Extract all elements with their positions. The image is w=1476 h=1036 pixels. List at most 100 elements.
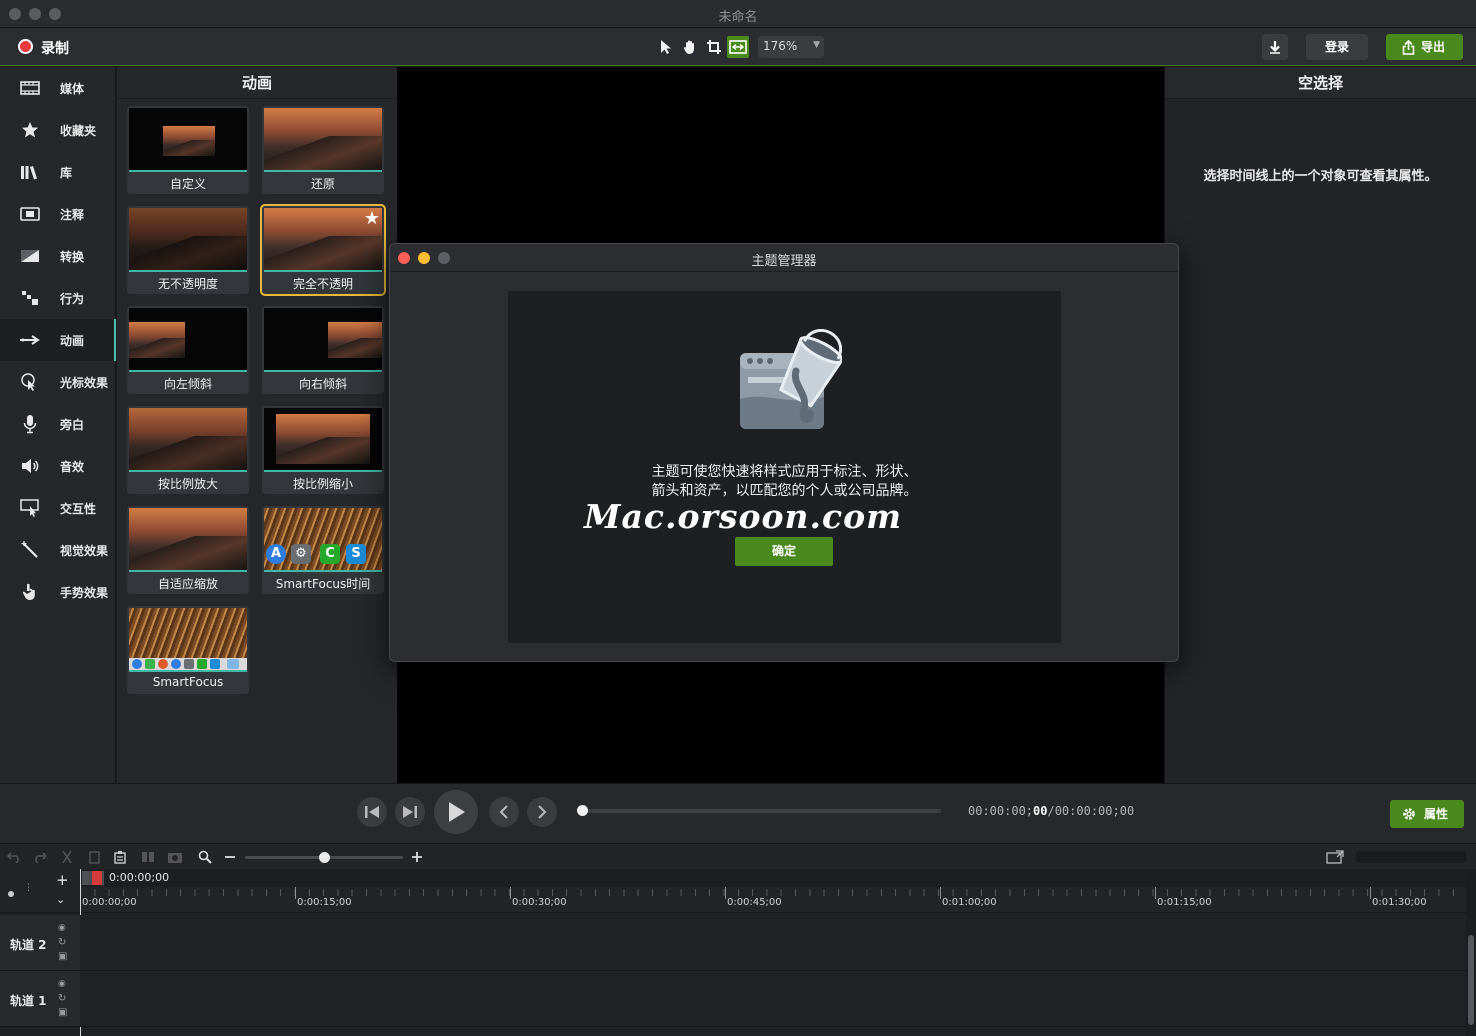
sidebar-item-visual-effects[interactable]: 视觉效果 <box>0 529 116 571</box>
animation-tile-restore[interactable]: 还原 <box>262 106 384 194</box>
animation-tile-smartfocus-time[interactable]: A ⚙ C S SmartFocus时间 <box>262 506 384 594</box>
sidebar-item-media[interactable]: 媒体 <box>0 67 116 109</box>
link-icon[interactable]: ↻ <box>58 937 66 948</box>
animation-tile-tilt-left[interactable]: 向左倾斜 <box>127 306 249 394</box>
lock-icon[interactable]: ▣ <box>58 951 67 962</box>
camera-icon[interactable] <box>167 849 183 865</box>
animation-tile-smartfocus[interactable]: SmartFocus <box>127 606 249 694</box>
sidebar-item-label: 媒体 <box>60 81 85 96</box>
sidebar-item-audio-effects[interactable]: 音效 <box>0 445 116 487</box>
playhead-strip[interactable]: 0:00:00;00 <box>80 869 1466 887</box>
timeline-zoom-slider[interactable] <box>245 852 403 863</box>
sidebar-item-label: 手势效果 <box>60 585 109 600</box>
timeline-vertical-scrollbar[interactable] <box>1466 869 1476 1036</box>
redo-icon[interactable] <box>32 849 48 865</box>
scrollbar-thumb[interactable] <box>1468 935 1474 1025</box>
track-header-2[interactable]: 轨道 2 ◉ ↻ ▣ <box>0 915 80 971</box>
sidebar-item-cursor-effects[interactable]: 光标效果 <box>0 361 116 403</box>
animation-tile-smart-zoom[interactable]: 自适应缩放 <box>127 506 249 594</box>
step-forward-button[interactable] <box>395 797 425 827</box>
chevron-down-icon[interactable]: ⌄ <box>56 893 65 906</box>
snap-icon[interactable]: ⋮ <box>24 883 33 893</box>
zoom-value: 176% <box>763 39 798 53</box>
animation-tile-scale-down[interactable]: 按比例缩小 <box>262 406 384 494</box>
library-icon <box>18 160 42 184</box>
crop-icon[interactable] <box>703 36 725 58</box>
playhead-marker[interactable] <box>92 871 102 885</box>
tile-label: 还原 <box>310 177 335 191</box>
properties-button[interactable]: 属性 <box>1390 800 1464 828</box>
link-icon[interactable]: ↻ <box>58 993 66 1004</box>
zoom-dropdown[interactable]: 176% ▼ <box>758 36 824 58</box>
play-button[interactable] <box>434 790 478 834</box>
step-back-button[interactable] <box>357 797 387 827</box>
tile-thumbnail <box>129 408 247 471</box>
sidebar-item-favorites[interactable]: 收藏夹 <box>0 109 116 151</box>
cut-icon[interactable] <box>59 849 75 865</box>
track-row-2[interactable] <box>80 915 1466 971</box>
split-icon[interactable] <box>140 849 156 865</box>
animation-tile-custom[interactable]: 自定义 <box>127 106 249 194</box>
animation-tile-full-opacity[interactable]: ★ 完全不透明 <box>260 204 386 296</box>
record-icon[interactable] <box>18 39 33 54</box>
hand-icon[interactable] <box>679 36 701 58</box>
sidebar-item-annotations[interactable]: 注释 <box>0 193 116 235</box>
chevron-left-icon <box>499 805 508 819</box>
search-icon[interactable] <box>197 849 213 865</box>
sidebar-item-label: 光标效果 <box>60 375 109 390</box>
animation-tile-scale-up[interactable]: 按比例放大 <box>127 406 249 494</box>
add-track-icon[interactable]: + <box>56 871 69 889</box>
sidebar-item-gesture-effects[interactable]: 手势效果 <box>0 571 116 613</box>
tile-label: 向左倾斜 <box>163 377 212 391</box>
login-button[interactable]: 登录 <box>1306 34 1368 60</box>
track-row-1[interactable] <box>80 971 1466 1027</box>
sidebar-item-transitions[interactable]: 转换 <box>0 235 116 277</box>
animation-tile-tilt-right[interactable]: 向右倾斜 <box>262 306 384 394</box>
eye-icon[interactable]: ◉ <box>58 923 66 933</box>
zoom-in-icon[interactable] <box>409 849 425 865</box>
lock-icon[interactable]: ▣ <box>58 1007 67 1018</box>
record-button[interactable]: 录制 <box>41 38 69 58</box>
download-button[interactable] <box>1262 34 1288 60</box>
sidebar-item-animations[interactable]: 动画 <box>0 319 116 361</box>
sidebar-item-library[interactable]: 库 <box>0 151 116 193</box>
next-marker-button[interactable] <box>527 797 557 827</box>
download-icon <box>1270 41 1280 54</box>
copy-icon[interactable] <box>86 849 102 865</box>
zoom-slider-handle[interactable] <box>319 852 330 863</box>
behavior-icon <box>18 286 42 310</box>
playback-scrubber[interactable] <box>577 805 941 816</box>
magnet-icon[interactable] <box>8 891 14 897</box>
timeline-ruler[interactable]: 0:00:00;00 0:00:15;00 0:00:30;00 0:00:45… <box>80 887 1466 913</box>
app-store-icon: A <box>266 544 286 564</box>
camtasia-app-icon: C <box>320 544 340 564</box>
sidebar-item-label: 旁白 <box>60 417 85 432</box>
tile-thumbnail <box>129 508 247 571</box>
tile-thumbnail <box>129 308 247 371</box>
fit-icon[interactable] <box>727 36 749 58</box>
scrubber-handle[interactable] <box>577 805 588 816</box>
paste-icon[interactable] <box>112 849 128 865</box>
eye-icon[interactable]: ◉ <box>58 979 66 989</box>
animation-tile-no-opacity[interactable]: 无不透明度 <box>127 206 249 294</box>
sidebar-item-voice-narration[interactable]: 旁白 <box>0 403 116 445</box>
undo-icon[interactable] <box>6 849 22 865</box>
sidebar-item-interactivity[interactable]: 交互性 <box>0 487 116 529</box>
sidebar-item-behaviors[interactable]: 行为 <box>0 277 116 319</box>
track-header-1[interactable]: 轨道 1 ◉ ↻ ▣ <box>0 971 80 1027</box>
export-button[interactable]: 导出 <box>1386 34 1463 60</box>
star-icon <box>18 118 42 142</box>
ok-button[interactable]: 确定 <box>735 537 833 566</box>
rewind-icon <box>365 806 379 818</box>
current-frames: 00 <box>1033 804 1048 818</box>
favorite-star-icon[interactable]: ★ <box>364 208 380 229</box>
pointer-icon[interactable] <box>655 36 677 58</box>
properties-message: 选择时间线上的一个对象可查看其属性。 <box>1203 169 1438 184</box>
timeline-search-field[interactable] <box>1356 851 1466 863</box>
zoom-out-icon[interactable] <box>222 849 238 865</box>
previous-marker-button[interactable] <box>489 797 519 827</box>
chevron-down-icon: ▼ <box>813 40 820 50</box>
tile-label: 按比例缩小 <box>292 477 353 491</box>
detach-timeline-icon[interactable] <box>1325 849 1345 865</box>
sidebar: 媒体 收藏夹 库 注释 转换 行为 动画 光标效果 旁白 音效 交互性 视觉效果… <box>0 67 116 783</box>
